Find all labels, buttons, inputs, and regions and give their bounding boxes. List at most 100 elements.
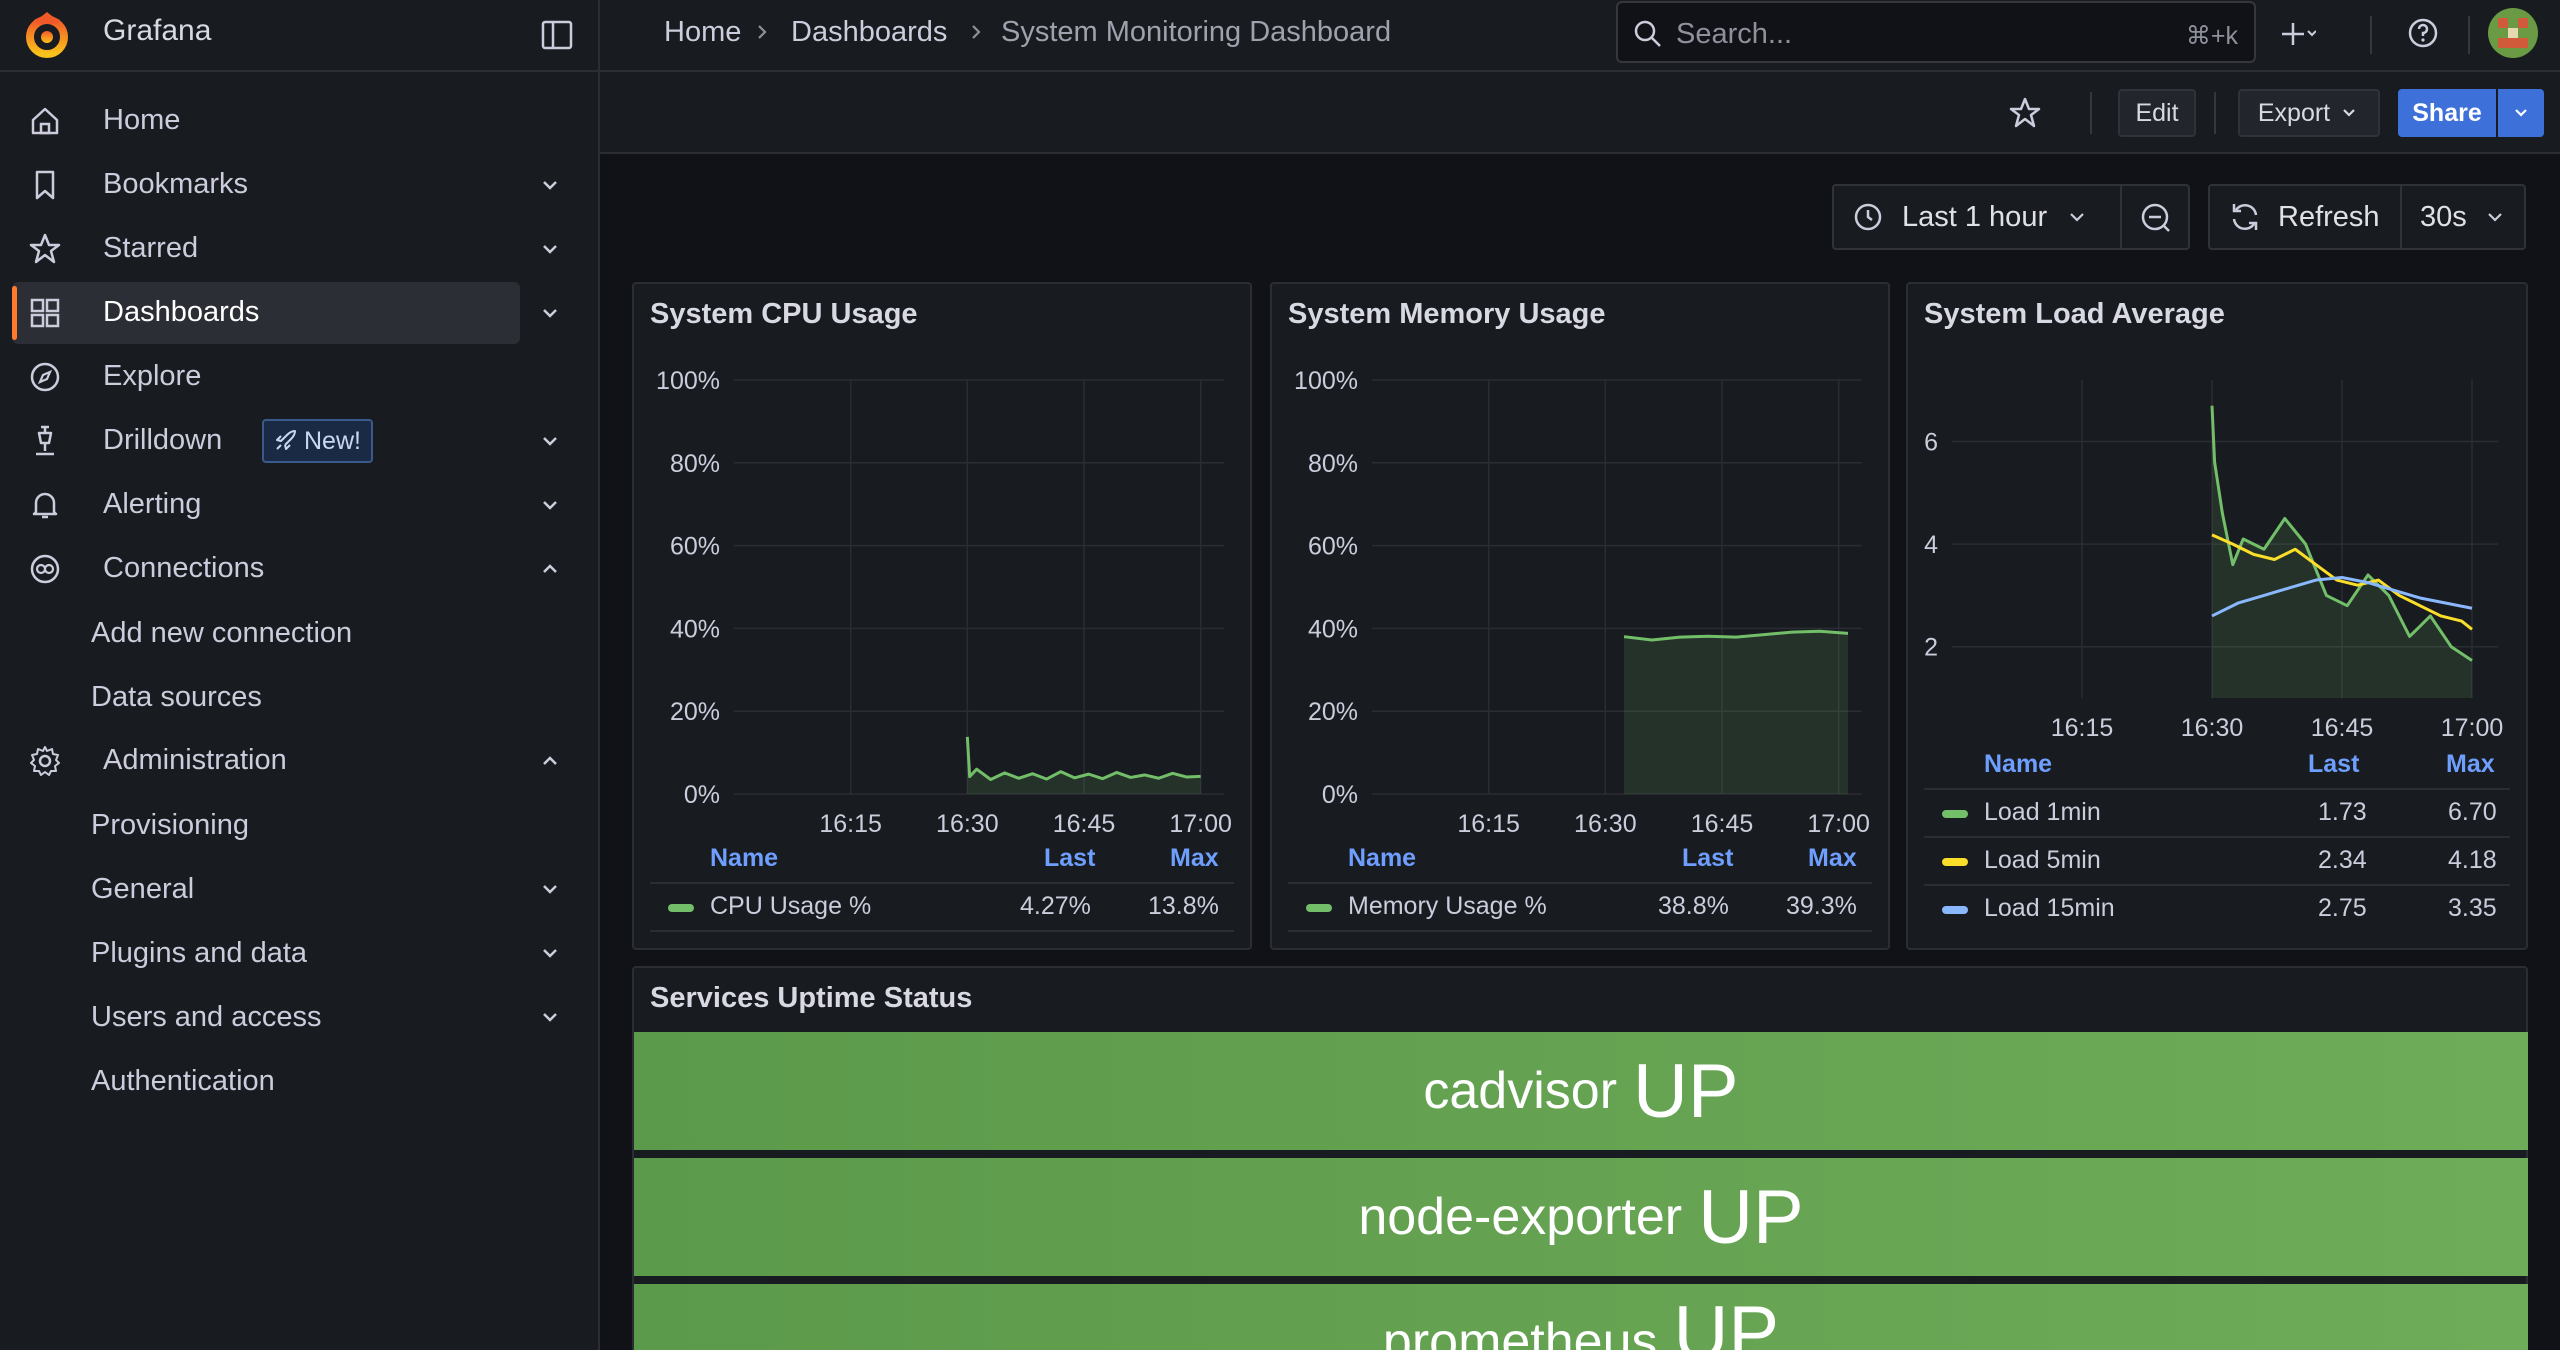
legend-swatch <box>1942 906 1968 914</box>
home-icon <box>31 107 59 135</box>
service-name: cadvisor <box>1423 1062 1618 1120</box>
service-status-row: prometheus UP <box>634 1284 2528 1350</box>
y-tick-label: 4 <box>1924 531 1938 559</box>
zoom-out-button[interactable] <box>2120 184 2190 250</box>
x-tick-label: 16:30 <box>1574 810 1637 838</box>
legend-header-last: Last <box>1044 844 1096 872</box>
legend-series-name[interactable]: Load 1min <box>1984 798 2101 827</box>
service-status: UP <box>1633 1048 1739 1134</box>
legend-divider <box>650 930 1234 932</box>
nav-item-administration[interactable]: Administration <box>12 730 520 792</box>
nav-item-provisioning[interactable]: Provisioning <box>91 809 249 842</box>
compass-icon <box>30 362 60 392</box>
chevron-down-icon <box>2343 109 2355 117</box>
search-icon <box>1634 20 1661 47</box>
chevron-down-icon[interactable] <box>537 940 563 966</box>
help-icon[interactable] <box>2406 16 2440 50</box>
nav-item-home[interactable]: Home <box>12 90 520 152</box>
nav-item-plugins-and-data[interactable]: Plugins and data <box>91 937 307 970</box>
chevron-right-icon <box>972 25 981 39</box>
x-tick-label: 17:00 <box>1169 810 1232 838</box>
x-tick-label: 16:15 <box>819 810 882 838</box>
legend-series-name[interactable]: Load 5min <box>1984 846 2101 875</box>
breadcrumb-current: System Monitoring Dashboard <box>1001 16 1392 48</box>
export-button[interactable]: Export <box>2238 89 2380 137</box>
nav-label: Starred <box>103 232 199 264</box>
dock-menu-icon[interactable] <box>540 18 574 52</box>
legend-header-max: Max <box>1170 844 1219 872</box>
nav-item-bookmarks[interactable]: Bookmarks <box>12 154 520 216</box>
chevron-down-icon[interactable] <box>537 236 563 262</box>
divider <box>2370 16 2372 54</box>
y-tick-label: 40% <box>670 615 720 643</box>
legend-header-max: Max <box>2446 750 2495 778</box>
y-tick-label: 60% <box>1308 533 1358 561</box>
nav-item-authentication[interactable]: Authentication <box>91 1065 275 1098</box>
star-favorite-icon[interactable] <box>2008 96 2042 130</box>
x-tick-label: 16:45 <box>2311 714 2374 742</box>
share-options-button[interactable] <box>2498 89 2544 137</box>
legend-max-value: 6.70 <box>2448 798 2497 826</box>
export-label: Export <box>2257 98 2331 127</box>
nav-item-alerting[interactable]: Alerting <box>12 474 520 536</box>
x-tick-label: 17:00 <box>1807 810 1870 838</box>
grafana-logo-icon[interactable] <box>22 10 72 60</box>
memory-usage-panel[interactable]: System Memory Usage 16:15 16:30 16:45 17:00… <box>1270 282 1890 950</box>
legend-swatch <box>668 904 694 912</box>
nav-item-dashboards[interactable]: Dashboards <box>12 282 520 344</box>
zoom-out-icon <box>2141 203 2170 232</box>
chevron-up-icon[interactable] <box>537 748 563 774</box>
refresh-icon <box>2232 203 2258 231</box>
nav-item-data-sources[interactable]: Data sources <box>91 681 262 714</box>
legend-divider <box>1924 788 2510 790</box>
y-tick-label: 80% <box>1308 450 1358 478</box>
nav-label: Alerting <box>103 488 202 520</box>
chevron-down-icon[interactable] <box>537 876 563 902</box>
load-average-chart: 16:15 16:30 16:45 17:00 2 4 6 <box>1924 380 2503 742</box>
y-tick-label: 100% <box>1294 367 1358 395</box>
legend-header-last: Last <box>2308 750 2360 778</box>
nav-label: Explore <box>103 360 202 392</box>
legend-swatch <box>1942 810 1968 818</box>
series-area <box>1624 631 1848 794</box>
nav-item-explore[interactable]: Explore <box>12 346 520 408</box>
nav-item-add-new-connection[interactable]: Add new connection <box>91 617 352 650</box>
y-tick-label: 80% <box>670 450 720 478</box>
x-tick-label: 16:45 <box>1053 810 1116 838</box>
chevron-down-icon[interactable] <box>537 428 563 454</box>
chevron-up-icon[interactable] <box>537 556 563 582</box>
edit-button[interactable]: Edit <box>2118 89 2196 137</box>
legend-series-name[interactable]: Memory Usage % <box>1348 892 1547 921</box>
breadcrumb-dashboards[interactable]: Dashboards <box>791 16 947 49</box>
time-range-picker[interactable]: Last 1 hour <box>1832 184 2122 250</box>
y-tick-label: 40% <box>1308 615 1358 643</box>
x-tick-label: 16:30 <box>2181 714 2244 742</box>
user-avatar[interactable] <box>2488 8 2538 58</box>
cpu-usage-panel[interactable]: System CPU Usage 16:15 16:30 16:45 17:00 0% 2… <box>632 282 1252 950</box>
nav-item-users-and-access[interactable]: Users and access <box>91 1001 322 1034</box>
nav-item-starred[interactable]: Starred <box>12 218 520 280</box>
breadcrumb-home[interactable]: Home <box>664 16 741 49</box>
add-plus-icon[interactable] <box>2282 20 2316 50</box>
cpu-usage-chart: 16:15 16:30 16:45 17:00 0% 20% 40% 60% 80% 100% <box>656 367 1232 838</box>
chevron-down-icon[interactable] <box>537 172 563 198</box>
time-range-label: Last 1 hour <box>1902 200 2048 233</box>
legend-series-name[interactable]: Load 15min <box>1984 894 2115 923</box>
chevron-down-icon[interactable] <box>537 492 563 518</box>
legend-header-name: Name <box>1984 750 2053 778</box>
rocket-icon <box>276 430 296 450</box>
share-button[interactable]: Share <box>2398 89 2496 137</box>
nav-item-connections[interactable]: Connections <box>12 538 520 600</box>
refresh-interval-picker[interactable]: 30s <box>2400 184 2526 250</box>
nav-item-general[interactable]: General <box>91 873 194 906</box>
chevron-down-icon <box>2487 213 2502 222</box>
x-tick-label: 16:15 <box>1457 810 1520 838</box>
chevron-down-icon[interactable] <box>537 300 563 326</box>
search-input[interactable]: Search... ⌘+k <box>1616 1 2256 63</box>
refresh-button[interactable]: Refresh <box>2208 184 2402 250</box>
connections-icon <box>30 554 60 584</box>
chevron-down-icon[interactable] <box>537 1004 563 1030</box>
legend-series-name[interactable]: CPU Usage % <box>710 892 871 921</box>
load-average-panel[interactable]: System Load Average 16:15 16:30 16:45 17:00… <box>1906 282 2528 950</box>
y-tick-label: 0% <box>684 781 720 809</box>
